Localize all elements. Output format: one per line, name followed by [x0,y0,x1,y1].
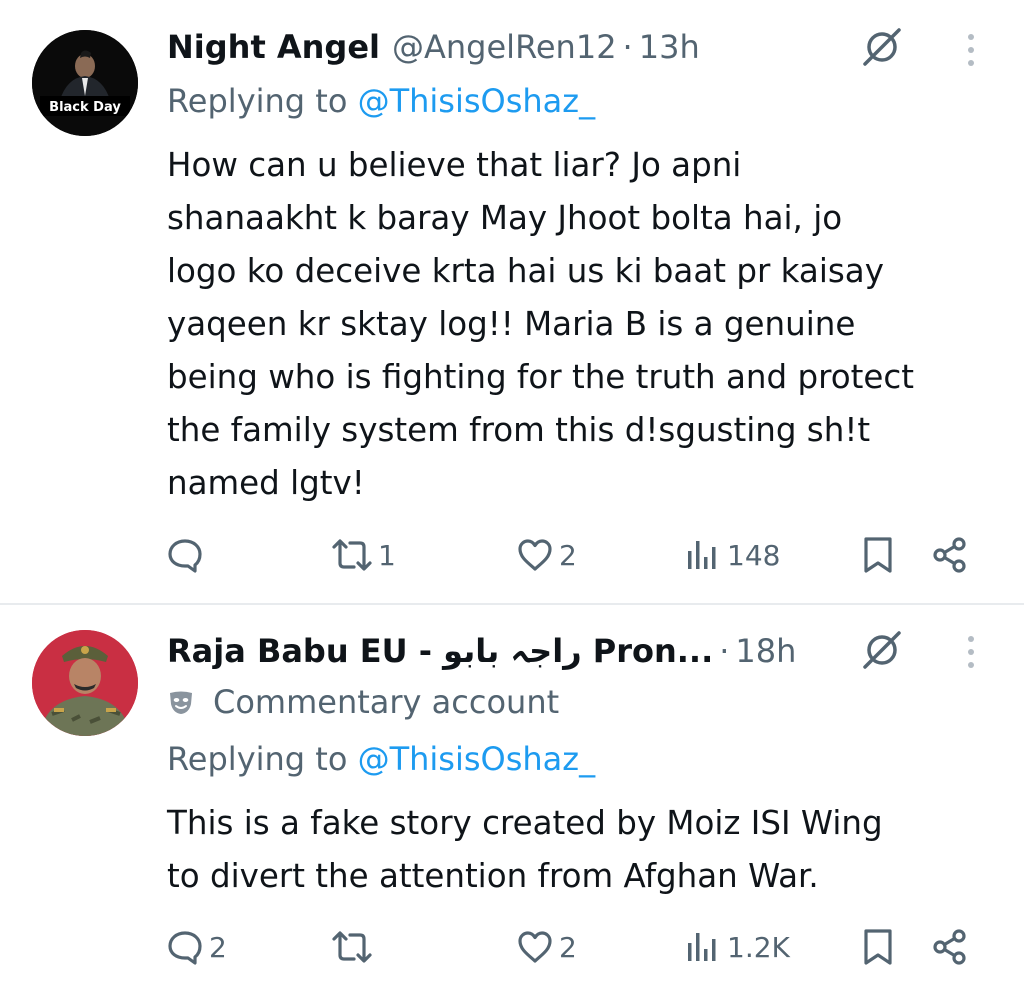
like-count: 2 [559,930,577,964]
views-icon [688,541,716,569]
bookmark-icon [864,929,892,965]
more-vertical-icon[interactable] [966,634,976,670]
repost-count: 1 [378,538,396,572]
avatar[interactable]: Black Day [32,30,138,136]
replying-prefix: Replying to [167,82,348,120]
bookmark-button[interactable] [858,922,898,972]
author-handle[interactable]: @AngelRen12 [392,28,617,66]
views-button[interactable]: 148 [683,530,780,580]
tweet-text-line: How can u believe that liar? Jo apni [167,146,742,184]
heart-icon [518,539,552,571]
mask-icon [170,691,192,714]
commentary-account-label: Commentary account [167,682,559,722]
like-button[interactable]: 2 [515,922,577,972]
tweet-text-line: to divert the attention from Afghan War. [167,857,819,895]
reply-button[interactable]: 2 [165,922,227,972]
replying-to: Replying to @ThisisOshaz_ [167,740,595,778]
reply-icon [168,539,202,573]
tweet[interactable]: Raja Babu EU - راجہ بابو Pron... · 18h C… [0,606,1024,981]
repost-icon [332,931,372,963]
repost-icon [332,539,372,571]
tweet-text-line: logo ko deceive krta hai us ki baat pr k… [167,252,884,290]
timestamp[interactable]: 13h [639,28,700,66]
tweet[interactable]: Black Day Night Angel @AngelRen12 · 13h … [0,0,1024,604]
share-icon [933,929,966,965]
view-count: 1.2K [727,930,790,964]
repost-button[interactable]: 1 [330,530,396,580]
separator-dot: · [622,28,633,66]
repost-button[interactable] [330,922,378,972]
grok-icon[interactable] [860,25,904,69]
reply-count: 2 [209,930,227,964]
bookmark-button[interactable] [858,530,898,580]
mention-link[interactable]: @ThisisOshaz_ [358,82,596,120]
share-button[interactable] [930,530,970,580]
separator-dot: · [719,632,730,670]
action-bar: 1 2 148 [0,530,1024,580]
author-name[interactable]: Raja Babu EU - راجہ بابو Pron... [167,632,713,670]
bookmark-icon [864,537,892,573]
commentary-label: Commentary account [213,683,560,721]
avatar[interactable] [32,630,138,736]
grok-icon[interactable] [860,628,904,672]
avatar-caption: Black Day [49,100,121,115]
share-icon [933,537,966,573]
tweet-text-line: shanaakht k baray May Jhoot bolta hai, j… [167,199,843,237]
views-button[interactable]: 1.2K [683,922,790,972]
author-name[interactable]: Night Angel [167,28,380,66]
avatar-image: Black Day [32,30,138,136]
share-button[interactable] [930,922,970,972]
tweet-text: How can u believe that liar? Jo apni sha… [167,139,997,510]
replying-to: Replying to @ThisisOshaz_ [167,82,595,120]
tweet-text: This is a fake story created by Moiz ISI… [167,797,997,903]
tweet-text-line: named lgtv! [167,464,365,502]
tweet-divider [0,603,1024,605]
reply-icon [168,931,202,965]
more-vertical-icon[interactable] [966,32,976,68]
avatar-image [32,630,138,736]
replying-prefix: Replying to [167,740,348,778]
views-icon [688,933,716,961]
like-button[interactable]: 2 [515,530,577,580]
heart-icon [518,931,552,963]
like-count: 2 [559,538,577,572]
mention-link[interactable]: @ThisisOshaz_ [358,740,596,778]
tweet-text-line: yaqeen kr sktay log!! Maria B is a genui… [167,305,856,343]
tweet-text-line: This is a fake story created by Moiz ISI… [167,804,883,842]
tweet-text-line: being who is fighting for the truth and … [167,358,914,396]
timestamp[interactable]: 18h [735,632,796,670]
view-count: 148 [727,538,781,572]
reply-button[interactable] [165,530,209,580]
tweet-text-line: the family system from this d!sgusting s… [167,411,871,449]
action-bar: 2 2 1.2K [0,922,1024,972]
